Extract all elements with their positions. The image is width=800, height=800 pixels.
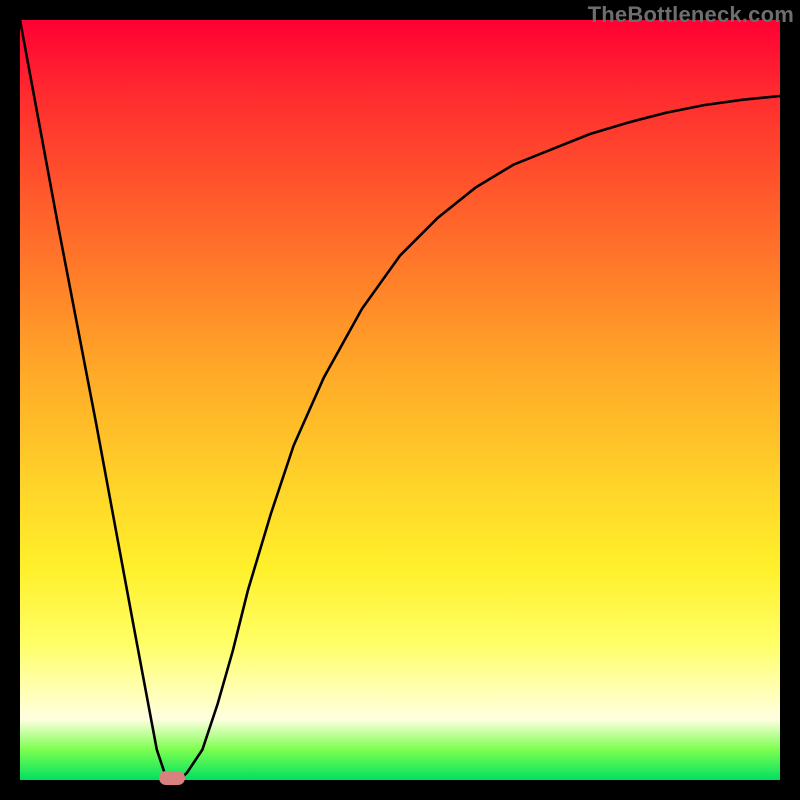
bottleneck-curve (20, 20, 780, 780)
plot-area (20, 20, 780, 780)
chart-frame: TheBottleneck.com (0, 0, 800, 800)
watermark-text: TheBottleneck.com (588, 2, 794, 28)
optimal-point-marker (159, 771, 185, 785)
